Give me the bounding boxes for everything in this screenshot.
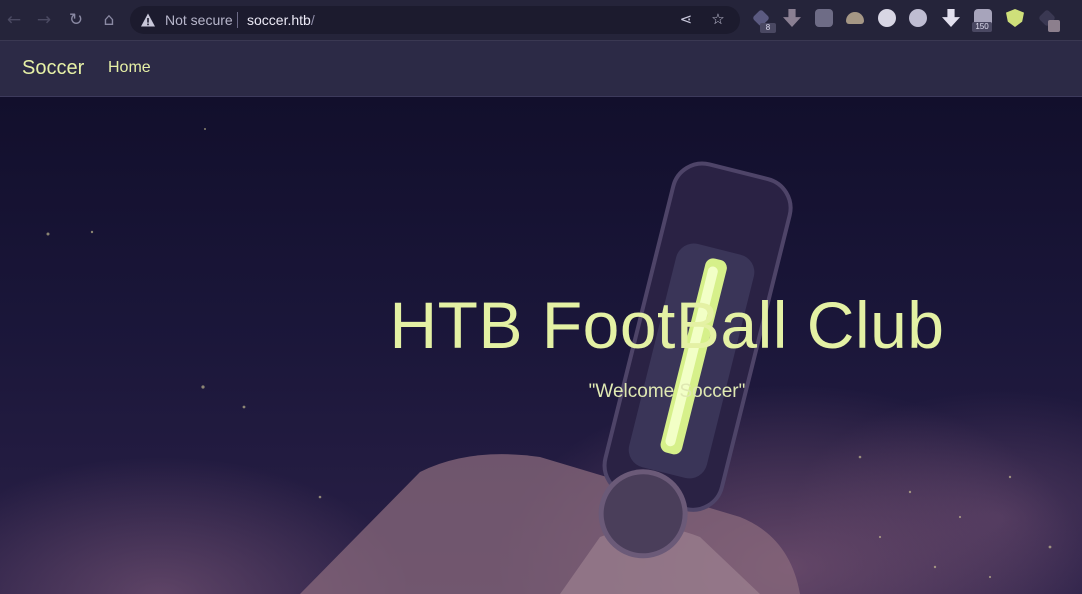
browser-toolbar: ← → ↻ ⌂ Not secure soccer.htb/ ⋖ ☆ 8 150	[0, 0, 1082, 41]
download-icon[interactable]	[942, 9, 960, 27]
back-icon[interactable]: ←	[2, 8, 26, 32]
url-text[interactable]: soccer.htb/	[247, 12, 315, 28]
hero-section: HTB FootBall Club "Welcome Soccer"	[0, 97, 1082, 594]
security-status-label[interactable]: Not secure	[165, 12, 233, 28]
omnibox-divider	[237, 12, 238, 28]
address-bar[interactable]: Not secure soccer.htb/ ⋖ ☆	[130, 6, 740, 34]
share-icon[interactable]: ⋖	[676, 9, 696, 29]
nav-link-home[interactable]: Home	[108, 59, 151, 77]
brand-logo-text[interactable]: Soccer	[22, 57, 84, 80]
hero-title: HTB FootBall Club	[389, 288, 945, 362]
shield-icon[interactable]	[1006, 9, 1024, 27]
url-host: soccer.htb	[247, 12, 311, 28]
warning-icon[interactable]	[140, 12, 156, 28]
extension-cookie-icon[interactable]	[846, 12, 864, 24]
profile-icon[interactable]	[1048, 20, 1060, 32]
url-path: /	[310, 12, 315, 28]
bookmark-star-icon[interactable]: ☆	[708, 9, 728, 29]
extension-glasses-icon[interactable]	[878, 9, 896, 27]
extension-grid-icon[interactable]	[815, 9, 833, 27]
hero-subtitle: "Welcome Soccer"	[588, 381, 746, 402]
forward-icon[interactable]: →	[32, 8, 56, 32]
download-arrow-icon[interactable]	[783, 9, 801, 27]
extension-badge: 8	[760, 23, 776, 33]
extension-gear-icon[interactable]	[909, 9, 927, 27]
extension-badge: 150	[972, 22, 992, 32]
home-icon[interactable]: ⌂	[97, 8, 121, 32]
site-navbar: Soccer Home	[0, 41, 1082, 97]
reload-icon[interactable]: ↻	[64, 8, 88, 32]
